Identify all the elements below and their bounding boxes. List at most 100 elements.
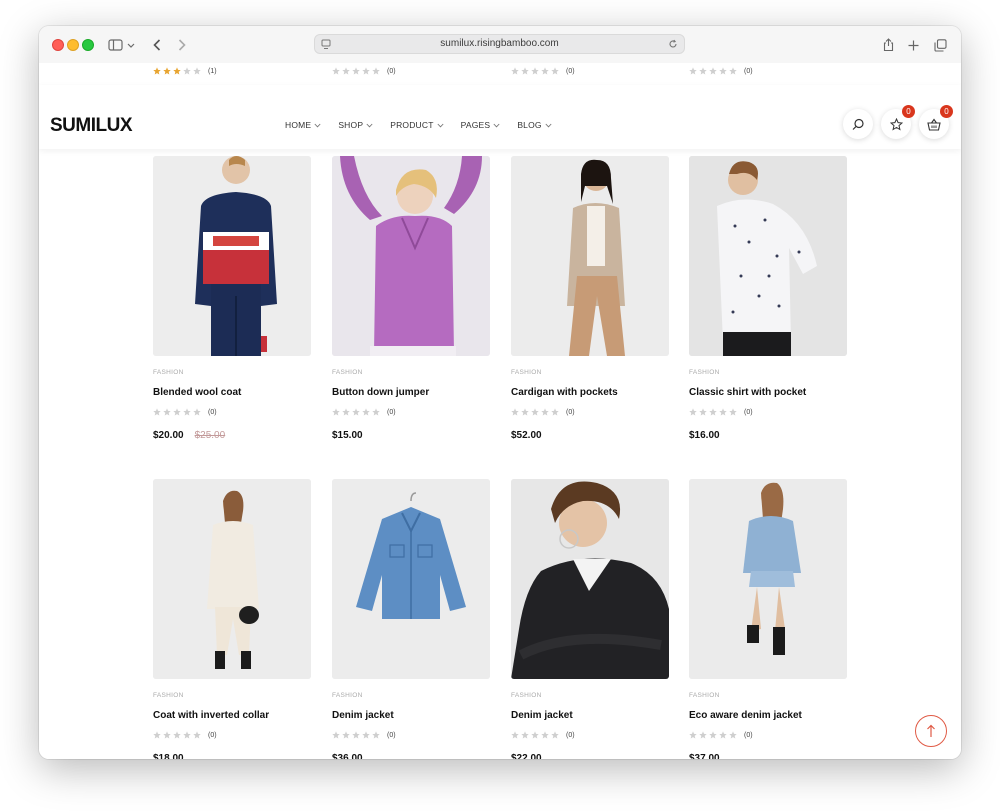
product-category[interactable]: FASHION [511, 369, 669, 376]
chevron-right-icon [178, 39, 186, 51]
star-empty-icon [699, 67, 707, 75]
product-card: FASHION Cardigan with pockets (0) $52.00 [511, 156, 669, 441]
product-name[interactable]: Blended wool coat [153, 387, 311, 398]
product-photo [153, 156, 311, 356]
rating-count: (0) [566, 67, 575, 75]
reload-icon[interactable] [668, 39, 678, 49]
star-empty-icon [521, 67, 529, 75]
nav-item-home[interactable]: HOME [285, 120, 321, 130]
product-photo [153, 479, 311, 679]
product-name[interactable]: Coat with inverted collar [153, 710, 311, 721]
star-empty-icon [699, 731, 707, 739]
product-price: $22.00 [511, 753, 542, 759]
nav-item-label: PAGES [460, 120, 491, 130]
nav-item-label: PRODUCT [390, 120, 434, 130]
star-empty-icon [183, 67, 191, 75]
chevron-down-icon [493, 123, 500, 127]
star-empty-icon [729, 67, 737, 75]
search-icon [852, 118, 864, 130]
rating-count: (0) [208, 408, 217, 416]
product-name[interactable]: Cardigan with pockets [511, 387, 669, 398]
product-price: $16.00 [689, 430, 720, 441]
product-rating: (0) [511, 67, 575, 75]
star-filled-icon [153, 67, 161, 75]
chevron-down-icon [545, 123, 552, 127]
star-empty-icon [372, 408, 380, 416]
nav-item-shop[interactable]: SHOP [338, 120, 373, 130]
star-empty-icon [153, 731, 161, 739]
product-price-row: $36.00 [332, 753, 490, 759]
product-image[interactable] [332, 479, 490, 679]
product-category[interactable]: FASHION [332, 369, 490, 376]
wishlist-button[interactable]: 0 [881, 105, 915, 139]
product-image[interactable] [689, 156, 847, 356]
product-image[interactable] [332, 156, 490, 356]
product-card: FASHION Button down jumper (0) $15.00 [332, 156, 490, 441]
product-image[interactable] [511, 479, 669, 679]
star-empty-icon [173, 731, 181, 739]
star-empty-icon [541, 67, 549, 75]
product-name[interactable]: Denim jacket [511, 710, 669, 721]
product-rating: (0) [689, 408, 847, 416]
basket-icon [927, 118, 941, 131]
product-card: FASHION Eco aware denim jacket (0) $37.00 [689, 479, 847, 759]
star-empty-icon [541, 408, 549, 416]
product-category[interactable]: FASHION [332, 692, 490, 699]
product-price: $52.00 [511, 430, 542, 441]
nav-item-product[interactable]: PRODUCT [390, 120, 444, 130]
star-empty-icon [342, 731, 350, 739]
star-empty-icon [342, 408, 350, 416]
product-category[interactable]: FASHION [153, 369, 311, 376]
product-name[interactable]: Button down jumper [332, 387, 490, 398]
star-empty-icon [183, 731, 191, 739]
product-category[interactable]: FASHION [153, 692, 311, 699]
product-category[interactable]: FASHION [511, 692, 669, 699]
address-bar[interactable]: sumilux.risingbamboo.com [314, 34, 685, 54]
star-empty-icon [193, 67, 201, 75]
product-price-row: $20.00 $25.00 [153, 430, 311, 441]
logo-text: SUMILUX [50, 115, 133, 136]
product-price-row: $18.00 [153, 753, 311, 759]
close-window-button[interactable] [52, 39, 64, 51]
product-rating: (0) [332, 731, 490, 739]
star-empty-icon [352, 731, 360, 739]
product-image[interactable] [689, 479, 847, 679]
tabs-overview-icon [933, 38, 947, 52]
minimize-window-button[interactable] [67, 39, 79, 51]
new-tab-button[interactable] [906, 35, 920, 55]
product-photo [689, 156, 847, 356]
product-image[interactable] [153, 156, 311, 356]
star-empty-icon [541, 731, 549, 739]
product-category[interactable]: FASHION [689, 692, 847, 699]
sidebar-toggle-button[interactable] [107, 35, 137, 55]
product-image[interactable] [511, 156, 669, 356]
product-rating: (0) [153, 731, 311, 739]
product-photo [511, 156, 669, 356]
share-button[interactable] [881, 35, 895, 55]
zoom-window-button[interactable] [82, 39, 94, 51]
star-outline-icon [889, 117, 903, 131]
product-category[interactable]: FASHION [689, 369, 847, 376]
scroll-to-top-button[interactable] [915, 715, 947, 747]
star-empty-icon [551, 408, 559, 416]
star-empty-icon [531, 408, 539, 416]
nav-item-blog[interactable]: BLOG [517, 120, 552, 130]
star-empty-icon [511, 67, 519, 75]
chevron-left-icon [153, 39, 161, 51]
nav-item-pages[interactable]: PAGES [461, 120, 501, 130]
main-navigation: HOME SHOP PRODUCT PAGES BLOG [285, 120, 552, 130]
tab-overview-button[interactable] [932, 35, 948, 55]
search-button[interactable] [843, 109, 873, 139]
product-photo [332, 479, 490, 679]
chevron-down-icon [437, 123, 444, 127]
cart-button[interactable]: 0 [919, 105, 953, 139]
product-name[interactable]: Classic shirt with pocket [689, 387, 847, 398]
url-text: sumilux.risingbamboo.com [440, 38, 559, 49]
back-button[interactable] [150, 35, 164, 55]
star-empty-icon [551, 731, 559, 739]
site-logo[interactable]: SUMILUX [50, 115, 133, 137]
product-name[interactable]: Denim jacket [332, 710, 490, 721]
product-image[interactable] [153, 479, 311, 679]
product-name[interactable]: Eco aware denim jacket [689, 710, 847, 721]
forward-button[interactable] [175, 35, 189, 55]
